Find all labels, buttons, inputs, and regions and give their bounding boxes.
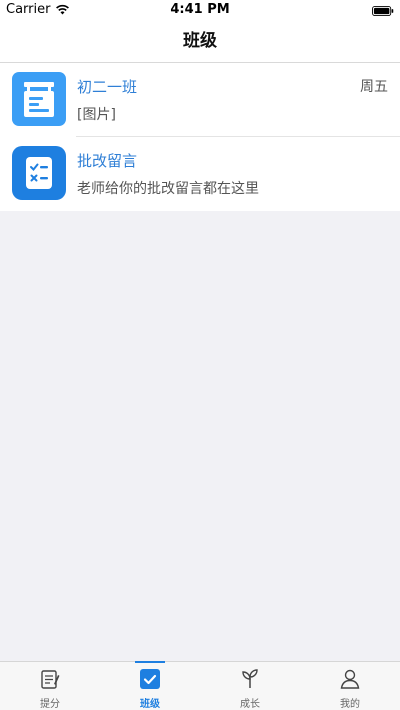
tab-bar: 提分 班级 成长 我的	[0, 661, 400, 710]
battery-icon	[372, 5, 394, 16]
conversation-title: 批改留言	[77, 152, 138, 170]
active-tab-indicator	[135, 661, 165, 663]
tab-growth[interactable]: 成长	[200, 662, 300, 710]
conversation-list: 初二一班 [图片] 周五 批改留言 老师给你的批改留言都在这里	[0, 63, 400, 211]
page-title: 班级	[183, 31, 217, 51]
scroll-icon	[38, 667, 62, 691]
class-check-icon	[138, 667, 162, 691]
conversation-preview: 老师给你的批改留言都在这里	[77, 181, 259, 197]
conversation-time: 周五	[360, 79, 388, 95]
conversation-item-class[interactable]: 初二一班 [图片] 周五	[0, 63, 400, 137]
tab-label: 班级	[140, 699, 160, 710]
tab-score[interactable]: 提分	[0, 662, 100, 710]
status-time: 4:41 PM	[170, 2, 230, 17]
tab-class[interactable]: 班级	[100, 661, 200, 710]
sprout-icon	[238, 667, 262, 691]
class-board-icon	[12, 72, 66, 126]
navigation-bar: 班级	[0, 20, 400, 63]
conversation-preview: [图片]	[77, 107, 116, 123]
tab-label: 成长	[240, 699, 260, 710]
conversation-item-grading[interactable]: 批改留言 老师给你的批改留言都在这里	[0, 137, 400, 211]
person-icon	[338, 667, 362, 691]
status-bar: Carrier 4:41 PM	[0, 0, 400, 20]
conversation-title: 初二一班	[77, 78, 138, 96]
checklist-icon	[12, 146, 66, 200]
tab-label: 我的	[340, 699, 360, 710]
tab-label: 提分	[40, 699, 60, 710]
tab-mine[interactable]: 我的	[300, 662, 400, 710]
